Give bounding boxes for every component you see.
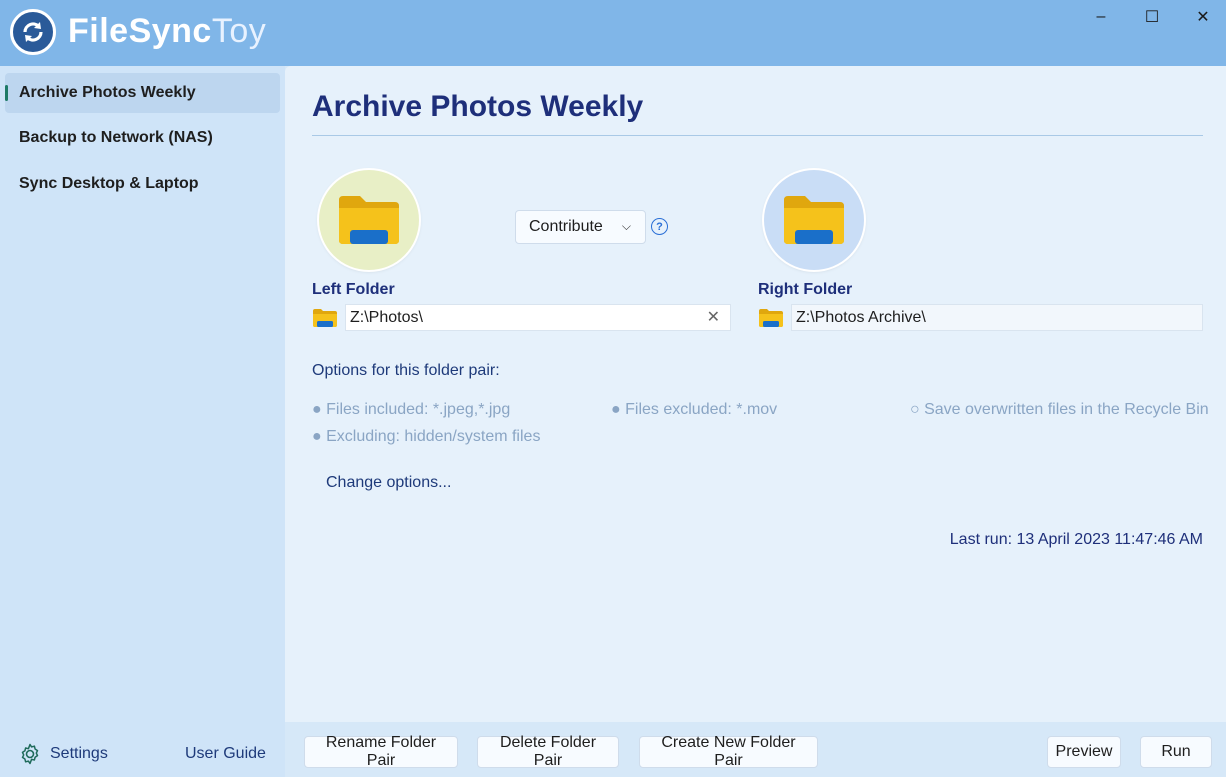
sidebar-item-label: Backup to Network (NAS) — [19, 129, 213, 146]
preview-button[interactable]: Preview — [1047, 736, 1121, 768]
right-folder-label: Right Folder — [758, 281, 853, 298]
change-options-link[interactable]: Change options... — [326, 474, 451, 492]
right-folder-path: Z:\Photos Archive\ — [796, 309, 926, 326]
right-folder-badge[interactable] — [764, 170, 864, 270]
folder-icon[interactable] — [312, 308, 338, 328]
clear-icon[interactable]: ✕ — [707, 307, 720, 327]
files-included-option: ● Files included: *.jpeg,*.jpg — [312, 401, 511, 418]
left-folder-path-input[interactable]: Z:\Photos\ ✕ — [345, 304, 731, 331]
options-heading: Options for this folder pair: — [312, 362, 500, 379]
sync-arrows-icon — [10, 9, 56, 55]
files-excluded-option: ● Files excluded: *.mov — [611, 401, 778, 418]
app-title-light: Toy — [211, 12, 267, 50]
app-title-bold: FileSync — [68, 12, 212, 50]
user-guide-link[interactable]: User Guide — [185, 745, 266, 763]
minimize-button[interactable]: – — [1078, 2, 1124, 32]
sidebar-item-archive-photos-weekly[interactable]: Archive Photos Weekly — [5, 73, 280, 113]
left-folder-path: Z:\Photos\ — [350, 309, 423, 326]
folder-icon[interactable] — [758, 308, 784, 328]
selection-indicator — [5, 85, 8, 101]
left-folder-badge[interactable] — [319, 170, 419, 270]
right-folder-field: Z:\Photos Archive\ — [758, 304, 1203, 331]
main-panel — [285, 66, 1226, 722]
delete-folder-pair-button[interactable]: Delete Folder Pair — [477, 734, 619, 769]
page-title: Archive Photos Weekly — [312, 90, 644, 123]
sidebar-item-label: Archive Photos Weekly — [19, 84, 196, 101]
question-circle-icon[interactable]: ? — [651, 218, 668, 235]
rename-folder-pair-button[interactable]: Rename Folder Pair — [304, 734, 458, 769]
left-folder-label: Left Folder — [312, 281, 395, 298]
right-folder-path-input[interactable]: Z:\Photos Archive\ — [791, 304, 1203, 331]
excluding-hidden-option: ● Excluding: hidden/system files — [312, 428, 541, 445]
run-button[interactable]: Run — [1140, 736, 1212, 768]
title-divider — [312, 135, 1203, 136]
gear-icon — [21, 743, 39, 765]
folder-icon — [784, 196, 844, 244]
maximize-button[interactable]: ☐ — [1129, 2, 1175, 32]
sidebar-item-sync-desktop-laptop[interactable]: Sync Desktop & Laptop — [5, 164, 280, 204]
settings-label: Settings — [50, 745, 108, 762]
sidebar-item-backup-to-network[interactable]: Backup to Network (NAS) — [5, 118, 280, 158]
settings-link[interactable]: Settings — [18, 742, 108, 766]
left-folder-field: Z:\Photos\ ✕ — [312, 304, 731, 331]
app-title: FileSyncToy — [68, 12, 266, 51]
close-button[interactable]: ✕ — [1180, 2, 1226, 32]
sync-mode-value: Contribute — [529, 218, 603, 235]
folder-icon — [339, 196, 399, 244]
create-new-folder-pair-button[interactable]: Create New Folder Pair — [639, 734, 818, 769]
sync-mode-dropdown[interactable]: Contribute ⌵ — [515, 210, 646, 244]
last-run-text: Last run: 13 April 2023 11:47:46 AM — [949, 531, 1203, 548]
recycle-bin-option: ○ Save overwritten files in the Recycle … — [910, 401, 1209, 418]
chevron-down-icon: ⌵ — [621, 219, 631, 233]
sidebar-item-label: Sync Desktop & Laptop — [19, 175, 199, 192]
